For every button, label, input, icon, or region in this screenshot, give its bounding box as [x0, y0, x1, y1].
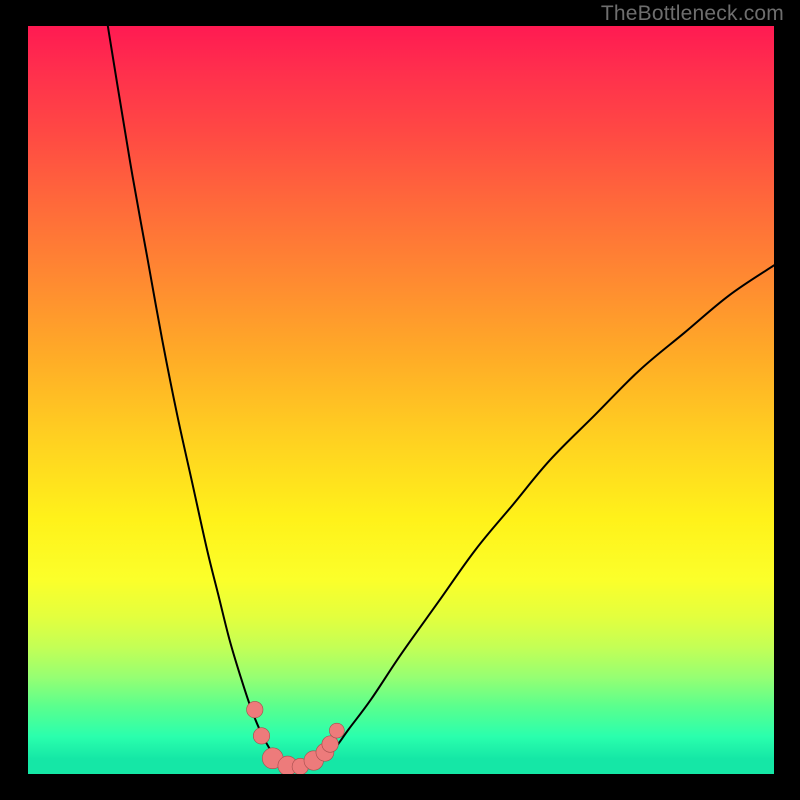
data-marker: [329, 723, 344, 738]
bottleneck-curve: [108, 26, 774, 770]
curve-layer: [28, 26, 774, 774]
chart-frame: TheBottleneck.com: [0, 0, 800, 800]
data-marker: [253, 728, 269, 744]
watermark-text: TheBottleneck.com: [601, 2, 784, 26]
data-marker: [247, 701, 263, 717]
plot-area: [28, 26, 774, 774]
data-marker: [322, 736, 338, 752]
